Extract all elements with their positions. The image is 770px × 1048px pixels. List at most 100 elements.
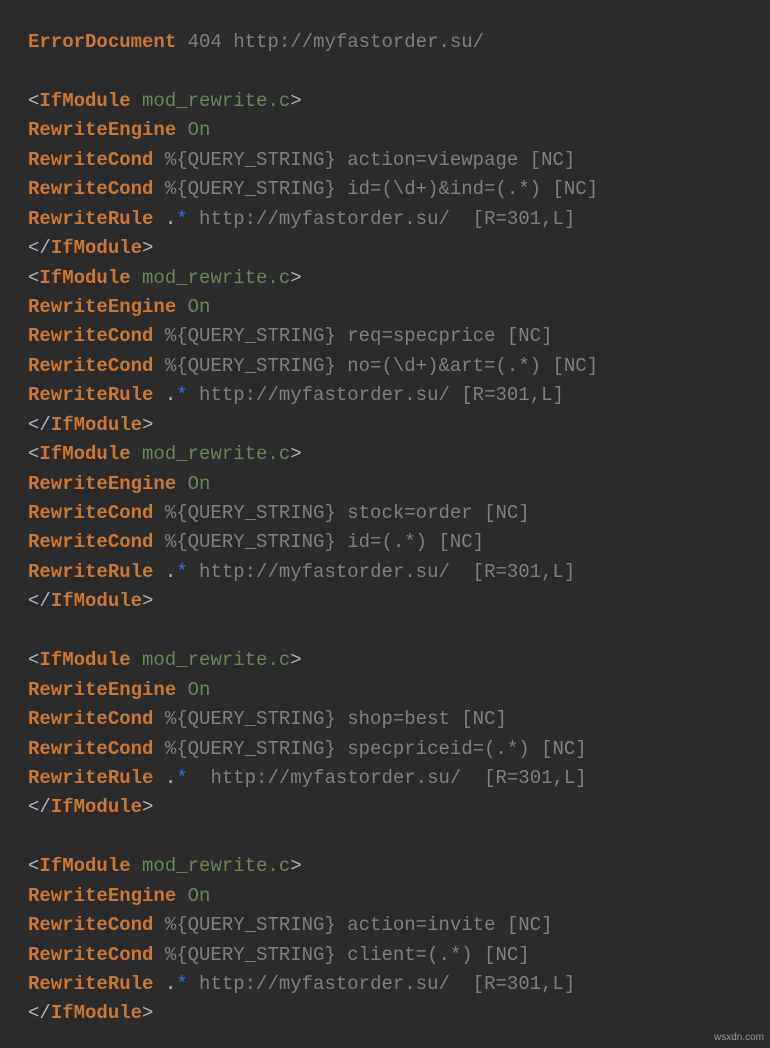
directive-ifmodule: IfModule <box>51 590 142 612</box>
angle-open: </ <box>28 796 51 818</box>
rule-args: http://myfastorder.su/ [R=301,L] <box>188 973 576 995</box>
line: RewriteEngine On <box>28 679 210 701</box>
cond-args: %{QUERY_STRING} client=(.*) [NC] <box>153 944 529 966</box>
cond-args: %{QUERY_STRING} id=(.*) [NC] <box>153 531 484 553</box>
line: RewriteEngine On <box>28 473 210 495</box>
ifmodule-close: </IfModule> <box>28 414 153 436</box>
directive-errordocument: ErrorDocument <box>28 31 176 53</box>
angle-close: > <box>142 414 153 436</box>
code-block: ErrorDocument 404 http://myfastorder.su/… <box>28 28 770 1029</box>
angle-close: > <box>142 1002 153 1024</box>
directive-ifmodule: IfModule <box>39 90 130 112</box>
module-name: mod_rewrite.c <box>142 90 290 112</box>
directive-rewriterule: RewriteRule <box>28 208 153 230</box>
angle-close: > <box>142 237 153 259</box>
error-args: 404 http://myfastorder.su/ <box>176 31 484 53</box>
ifmodule-open: <IfModule mod_rewrite.c> <box>28 267 302 289</box>
ifmodule-open: <IfModule mod_rewrite.c> <box>28 855 302 877</box>
directive-ifmodule: IfModule <box>39 649 130 671</box>
directive-rewriterule: RewriteRule <box>28 384 153 406</box>
line: RewriteRule .* http://myfastorder.su/ [R… <box>28 208 575 230</box>
cond-args: %{QUERY_STRING} action=invite [NC] <box>153 914 552 936</box>
rule-args: http://myfastorder.su/ [R=301,L] <box>188 208 576 230</box>
line: RewriteCond %{QUERY_STRING} no=(\d+)&art… <box>28 355 598 377</box>
cond-args: %{QUERY_STRING} shop=best [NC] <box>153 708 506 730</box>
module-name: mod_rewrite.c <box>142 267 290 289</box>
directive-ifmodule: IfModule <box>39 443 130 465</box>
line: RewriteRule .* http://myfastorder.su/ [R… <box>28 767 587 789</box>
ifmodule-open: <IfModule mod_rewrite.c> <box>28 443 302 465</box>
regex-star: * <box>176 767 187 789</box>
ifmodule-open: <IfModule mod_rewrite.c> <box>28 90 302 112</box>
cond-args: %{QUERY_STRING} action=viewpage [NC] <box>153 149 575 171</box>
ifmodule-open: <IfModule mod_rewrite.c> <box>28 649 302 671</box>
regex-star: * <box>176 384 187 406</box>
module-name: mod_rewrite.c <box>142 855 290 877</box>
directive-rewritecond: RewriteCond <box>28 914 153 936</box>
ifmodule-close: </IfModule> <box>28 796 153 818</box>
angle-close: > <box>142 796 153 818</box>
cond-args: %{QUERY_STRING} req=specprice [NC] <box>153 325 552 347</box>
line: RewriteCond %{QUERY_STRING} shop=best [N… <box>28 708 507 730</box>
directive-rewritecond: RewriteCond <box>28 502 153 524</box>
angle-close: > <box>290 649 301 671</box>
line: RewriteEngine On <box>28 296 210 318</box>
angle-close: > <box>290 443 301 465</box>
angle-open: </ <box>28 414 51 436</box>
line: RewriteEngine On <box>28 885 210 907</box>
ifmodule-close: </IfModule> <box>28 1002 153 1024</box>
regex-dot: . <box>165 973 176 995</box>
line: RewriteRule .* http://myfastorder.su/ [R… <box>28 561 575 583</box>
cond-args: %{QUERY_STRING} specpriceid=(.*) [NC] <box>153 738 586 760</box>
directive-ifmodule: IfModule <box>51 237 142 259</box>
directive-rewriteengine: RewriteEngine <box>28 473 176 495</box>
regex-star: * <box>176 973 187 995</box>
directive-rewritecond: RewriteCond <box>28 738 153 760</box>
rule-args: http://myfastorder.su/ [R=301,L] <box>188 384 564 406</box>
line: RewriteCond %{QUERY_STRING} action=viewp… <box>28 149 575 171</box>
regex-dot: . <box>165 767 176 789</box>
regex-star: * <box>176 561 187 583</box>
directive-rewriteengine: RewriteEngine <box>28 119 176 141</box>
directive-rewriteengine: RewriteEngine <box>28 296 176 318</box>
rule-args: http://myfastorder.su/ [R=301,L] <box>188 767 587 789</box>
angle-close: > <box>290 855 301 877</box>
angle-open: < <box>28 855 39 877</box>
directive-rewriteengine: RewriteEngine <box>28 885 176 907</box>
line: RewriteEngine On <box>28 119 210 141</box>
directive-rewritecond: RewriteCond <box>28 149 153 171</box>
module-name: mod_rewrite.c <box>142 443 290 465</box>
angle-close: > <box>142 590 153 612</box>
line: RewriteCond %{QUERY_STRING} action=invit… <box>28 914 553 936</box>
directive-ifmodule: IfModule <box>51 414 142 436</box>
directive-rewriterule: RewriteRule <box>28 561 153 583</box>
directive-rewritecond: RewriteCond <box>28 325 153 347</box>
line: ErrorDocument 404 http://myfastorder.su/ <box>28 31 484 53</box>
line: RewriteRule .* http://myfastorder.su/ [R… <box>28 384 564 406</box>
cond-args: %{QUERY_STRING} no=(\d+)&art=(.*) [NC] <box>153 355 598 377</box>
angle-open: < <box>28 649 39 671</box>
line: RewriteRule .* http://myfastorder.su/ [R… <box>28 973 575 995</box>
line: RewriteCond %{QUERY_STRING} id=(.*) [NC] <box>28 531 484 553</box>
directive-ifmodule: IfModule <box>39 855 130 877</box>
line: RewriteCond %{QUERY_STRING} stock=order … <box>28 502 530 524</box>
directive-ifmodule: IfModule <box>51 796 142 818</box>
watermark: wsxdn.com <box>714 1030 764 1046</box>
rule-args: http://myfastorder.su/ [R=301,L] <box>188 561 576 583</box>
directive-rewritecond: RewriteCond <box>28 708 153 730</box>
angle-open: < <box>28 267 39 289</box>
directive-rewriterule: RewriteRule <box>28 973 153 995</box>
directive-rewritecond: RewriteCond <box>28 178 153 200</box>
directive-rewritecond: RewriteCond <box>28 355 153 377</box>
line: RewriteCond %{QUERY_STRING} specpriceid=… <box>28 738 587 760</box>
angle-open: </ <box>28 590 51 612</box>
directive-rewritecond: RewriteCond <box>28 531 153 553</box>
on-value: On <box>188 885 211 907</box>
regex-dot: . <box>165 208 176 230</box>
module-name: mod_rewrite.c <box>142 649 290 671</box>
directive-ifmodule: IfModule <box>51 1002 142 1024</box>
ifmodule-close: </IfModule> <box>28 590 153 612</box>
on-value: On <box>188 119 211 141</box>
angle-open: </ <box>28 237 51 259</box>
ifmodule-close: </IfModule> <box>28 237 153 259</box>
